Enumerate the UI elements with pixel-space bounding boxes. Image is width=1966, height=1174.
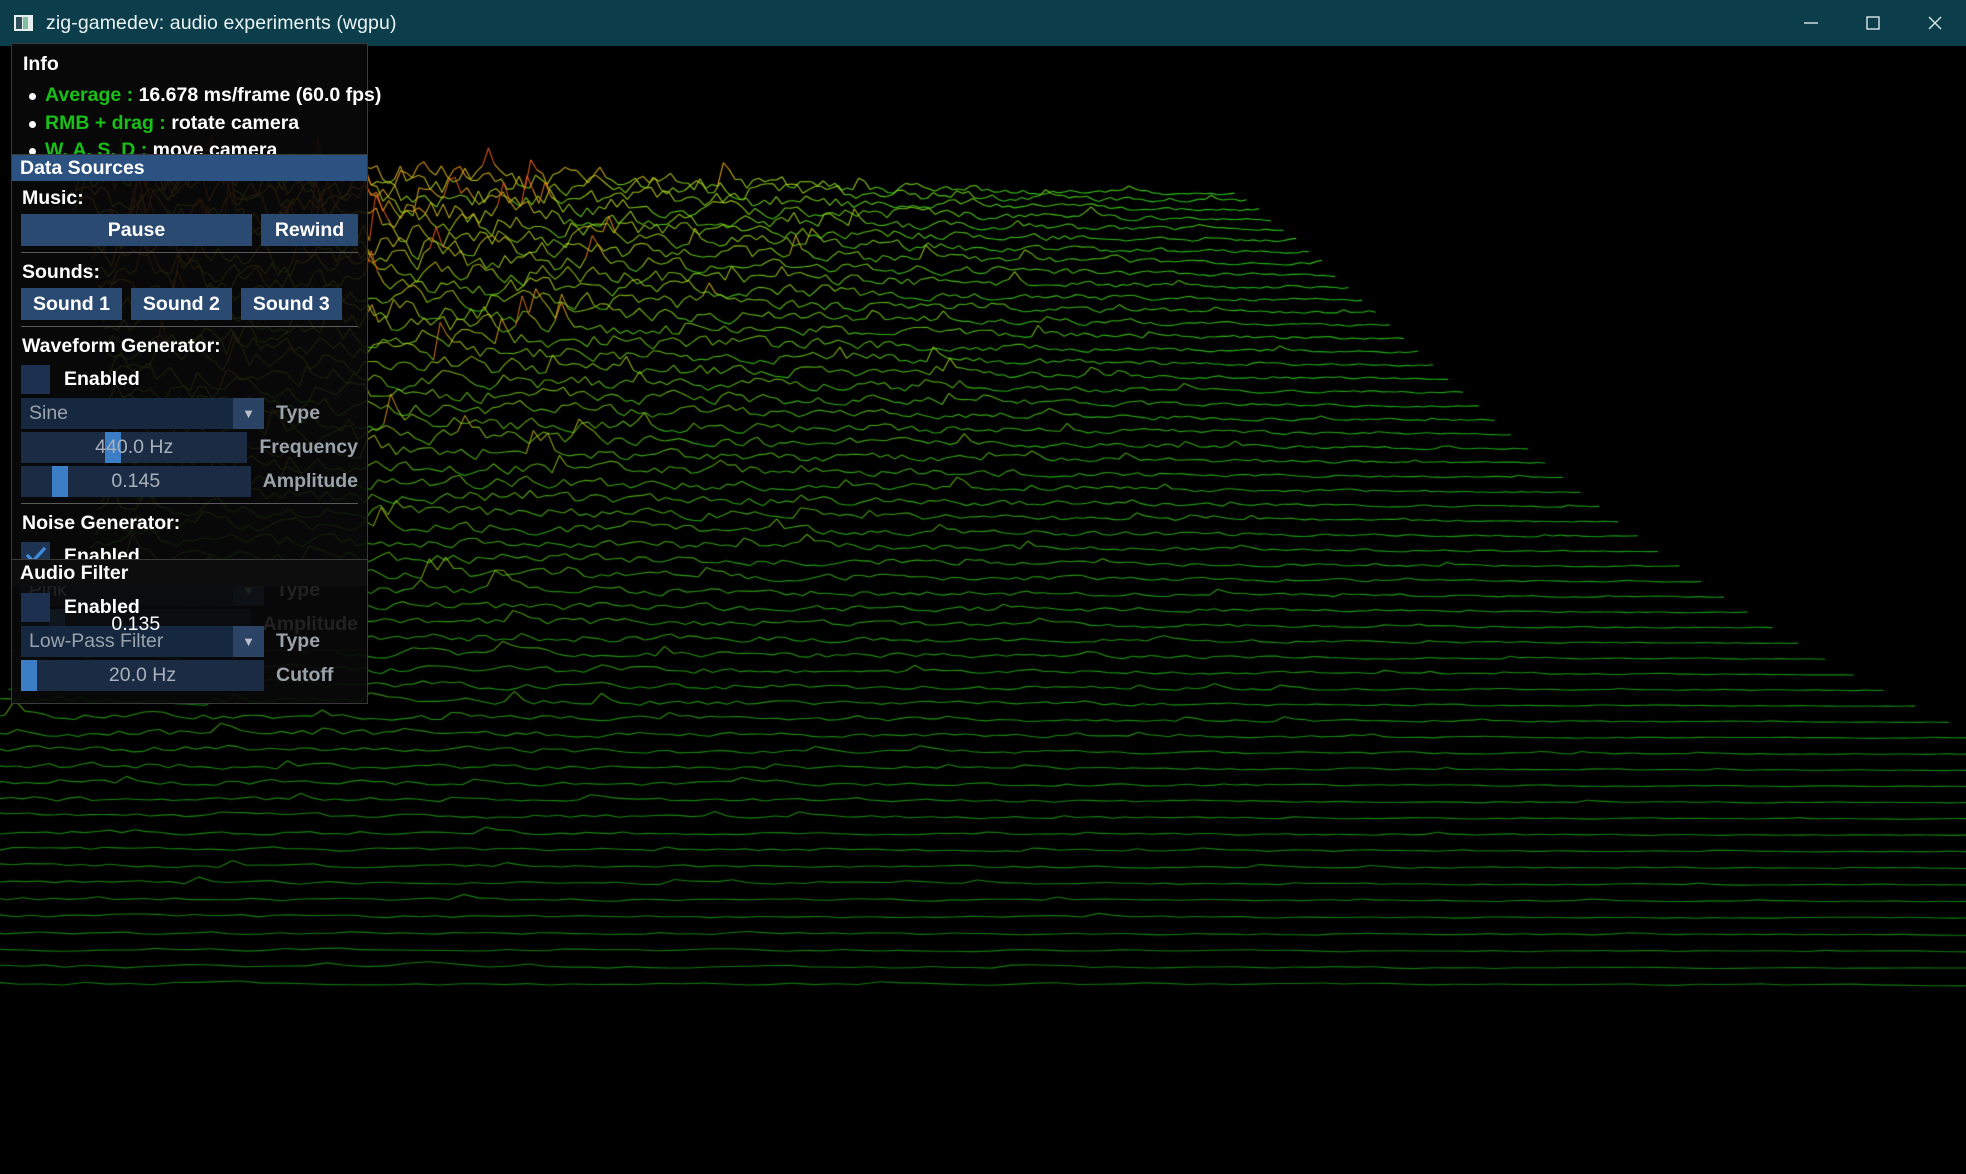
sounds-label: Sounds: [22, 261, 100, 283]
waveform-enabled-checkbox[interactable] [21, 364, 50, 394]
waveform-amplitude-value: 0.145 [111, 470, 161, 492]
waveform-enabled-label: Enabled [64, 367, 140, 390]
filter-cutoff-label: Cutoff [276, 664, 334, 686]
info-average-key: Average : [45, 84, 134, 106]
filter-type-label: Type [276, 630, 321, 652]
app-icon [14, 15, 33, 31]
waveform-generator-label: Waveform Generator: [22, 335, 221, 357]
close-icon [1928, 16, 1942, 30]
waveform-type-label: Type [276, 402, 321, 424]
minimize-button[interactable] [1780, 0, 1842, 46]
info-average-value: 16.678 ms/frame (60.0 fps) [138, 84, 382, 106]
music-rewind-button[interactable]: Rewind [261, 214, 358, 246]
info-rmb-value: rotate camera [171, 111, 300, 134]
music-label: Music: [22, 187, 84, 209]
audio-filter-titlebar[interactable]: Audio Filter [12, 560, 367, 586]
filter-cutoff-row: 20.0 Hz Cutoff [21, 660, 358, 691]
application-window: zig-gamedev: audio experiments (wgpu) In… [0, 0, 1966, 1174]
sound-2-button[interactable]: Sound 2 [130, 288, 232, 320]
music-button-row: Pause Rewind [21, 214, 358, 246]
chevron-down-icon: ▼ [233, 626, 264, 657]
filter-cutoff-slider[interactable]: 20.0 Hz [21, 660, 264, 691]
waveform-frequency-slider[interactable]: 440.0 Hz [21, 432, 248, 463]
sounds-button-row: Sound 1 Sound 2 Sound 3 [21, 288, 358, 320]
sound-3-button[interactable]: Sound 3 [240, 288, 342, 320]
waveform-type-dropdown[interactable]: Sine ▼ [21, 398, 264, 429]
info-item-rotate-camera: RMB + drag : rotate camera [29, 110, 367, 138]
filter-enabled-row[interactable]: Enabled [21, 592, 358, 622]
waveform-frequency-label: Frequency [259, 436, 358, 458]
data-sources-titlebar[interactable]: Data Sources [12, 155, 367, 181]
waveform-amplitude-slider[interactable]: 0.145 [21, 466, 251, 497]
waveform-frequency-value: 440.0 Hz [95, 436, 174, 458]
filter-cutoff-value: 20.0 Hz [108, 664, 177, 686]
maximize-icon [1866, 16, 1880, 30]
data-sources-title: Data Sources [20, 156, 145, 179]
separator-sounds-waveform [21, 326, 358, 327]
window-controls [1780, 0, 1966, 46]
slider-handle[interactable] [52, 466, 68, 497]
minimize-icon [1804, 22, 1818, 24]
close-button[interactable] [1904, 0, 1966, 46]
music-pause-button[interactable]: Pause [21, 214, 252, 246]
waveform-type-row: Sine ▼ Type [21, 398, 358, 429]
maximize-button[interactable] [1842, 0, 1904, 46]
sound-1-button[interactable]: Sound 1 [21, 288, 122, 320]
waveform-amplitude-row: 0.145 Amplitude [21, 466, 358, 497]
filter-type-row: Low-Pass Filter ▼ Type [21, 626, 358, 657]
window-titlebar[interactable]: zig-gamedev: audio experiments (wgpu) [0, 0, 1966, 46]
audio-filter-window: Audio Filter Enabled Low-Pass Filter ▼ T… [11, 559, 368, 704]
info-list: Average : 16.678 ms/frame (60.0 fps) RMB… [12, 82, 381, 165]
info-window-title: Info [23, 53, 59, 75]
info-rmb-key: RMB + drag : [45, 111, 166, 134]
slider-handle[interactable] [21, 660, 37, 691]
waveform-type-value: Sine [29, 402, 69, 424]
separator-waveform-noise [21, 503, 358, 504]
separator-music-sounds [21, 252, 358, 253]
noise-amplitude-value: 0.135 [111, 613, 161, 635]
audio-filter-title: Audio Filter [20, 561, 129, 584]
info-item-average: Average : 16.678 ms/frame (60.0 fps) [29, 82, 381, 110]
window-title: zig-gamedev: audio experiments (wgpu) [46, 11, 397, 34]
noise-generator-label: Noise Generator: [22, 512, 181, 534]
filter-enabled-checkbox[interactable] [21, 592, 50, 622]
audio-filter-body: Enabled Low-Pass Filter ▼ Type 20.0 Hz C… [12, 586, 367, 691]
waveform-frequency-row: 440.0 Hz Frequency [21, 432, 358, 463]
waveform-amplitude-label: Amplitude [262, 470, 358, 492]
waveform-enabled-row[interactable]: Enabled [21, 364, 358, 394]
chevron-down-icon: ▼ [233, 398, 264, 429]
